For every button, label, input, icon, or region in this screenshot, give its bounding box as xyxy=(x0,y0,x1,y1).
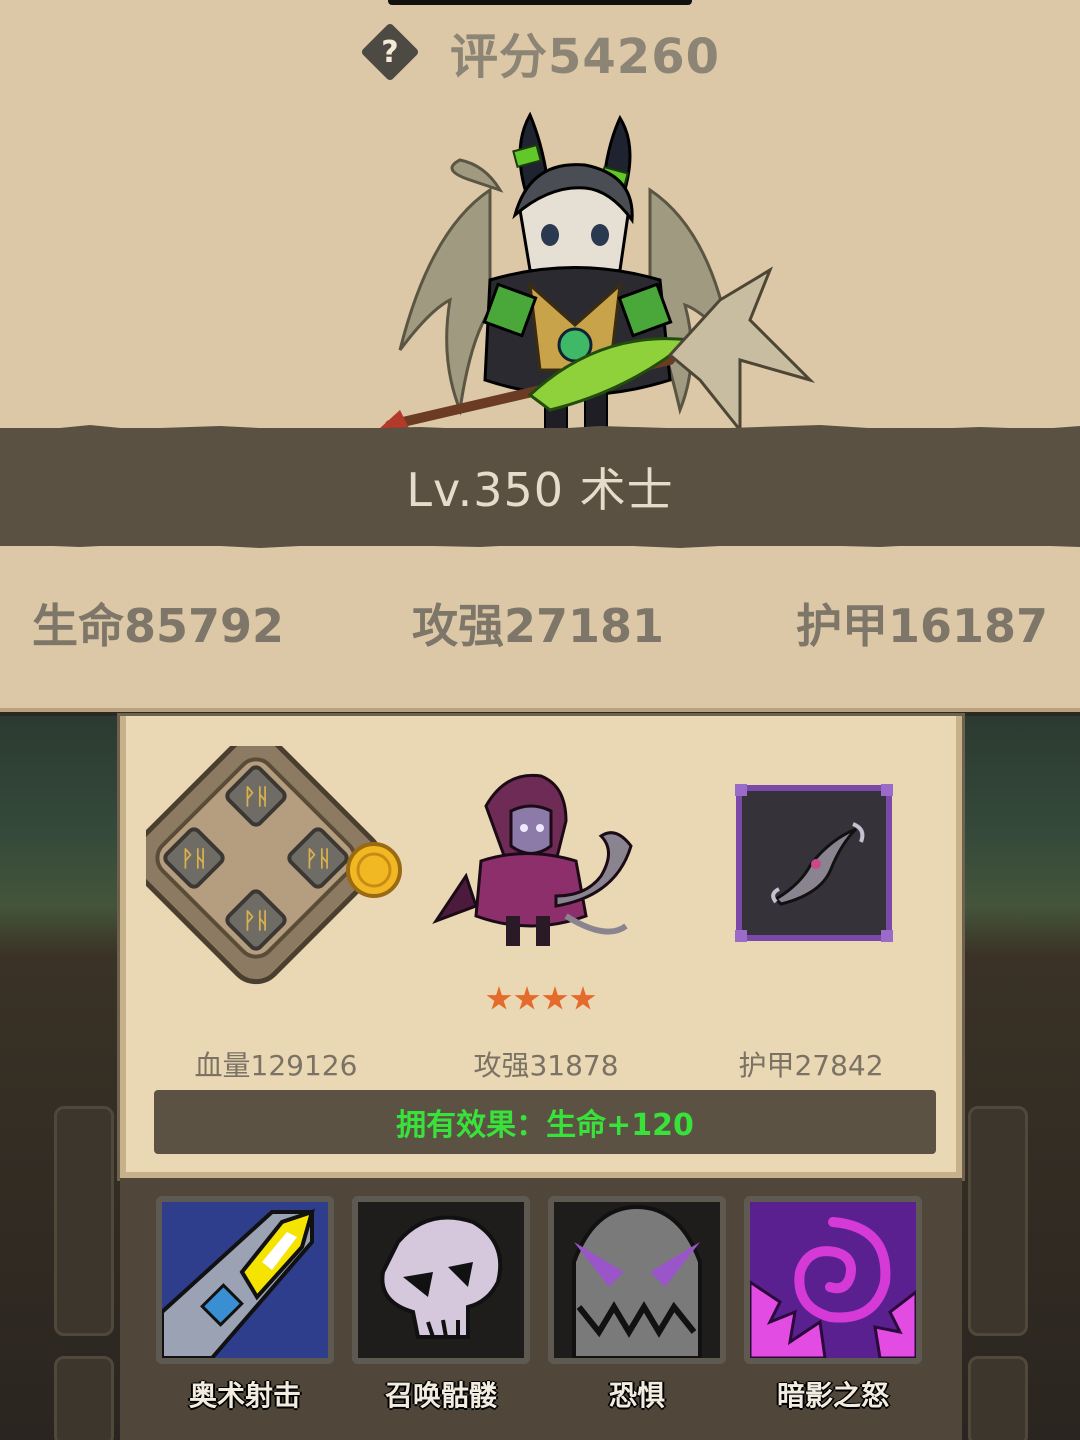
arcane-shot-icon xyxy=(162,1202,328,1358)
owned-effect-text: 拥有效果：生命+120 xyxy=(396,1108,694,1143)
fear-icon xyxy=(554,1202,720,1358)
star-icon xyxy=(514,986,540,1010)
score-text: 评分54260 xyxy=(450,29,720,85)
background-panel-right xyxy=(968,1106,1028,1336)
companion-item[interactable] xyxy=(416,766,676,966)
svg-text:ᚹᚺ: ᚹᚺ xyxy=(243,785,269,810)
level-class-text: Lv.350 术士 xyxy=(406,463,674,517)
score-row: ? 评分54260 xyxy=(0,20,1080,85)
summon-skeleton-icon xyxy=(358,1202,524,1358)
skills-bar: 奥术射击 召唤骷髅 恐惧 暗影之怒 xyxy=(120,1178,962,1440)
level-class-band: Lv.350 术士 xyxy=(0,425,1080,548)
rune-item-label: 血量129126 xyxy=(194,1049,358,1082)
skill-name: 奥术射击 xyxy=(188,1379,301,1412)
companion-star-rating xyxy=(486,986,606,1016)
star-icon xyxy=(542,986,568,1010)
svg-text:ᚹᚺ: ᚹᚺ xyxy=(305,847,331,872)
star-icon xyxy=(486,986,512,1010)
svg-text:ᚹᚺ: ᚹᚺ xyxy=(243,909,269,934)
attack-stat: 攻强27181 xyxy=(412,599,665,653)
companion-item-label: 攻强31878 xyxy=(473,1049,619,1082)
bow-item[interactable] xyxy=(681,784,941,944)
help-button[interactable]: ? xyxy=(360,22,420,82)
skill-name: 召唤骷髅 xyxy=(384,1379,497,1412)
bow-item-label: 护甲27842 xyxy=(738,1049,884,1082)
warlock-hero-portrait[interactable] xyxy=(370,110,820,440)
band-rough-edge-bottom xyxy=(0,538,1080,548)
dark-bow-icon xyxy=(735,784,893,942)
rune-stone-icon: ᚹᚺ ᚹᚺ ᚹᚺ ᚹᚺ xyxy=(129,731,402,985)
skill-fear[interactable]: 恐惧 xyxy=(548,1196,726,1416)
skill-name: 恐惧 xyxy=(608,1379,665,1412)
svg-text:ᚹᚺ: ᚹᚺ xyxy=(181,847,207,872)
background-panel-left-low xyxy=(54,1356,114,1440)
owned-effect-band: 拥有效果：生命+120 xyxy=(154,1090,936,1154)
shadow-wrath-icon xyxy=(750,1202,916,1358)
dark-ranger-companion xyxy=(432,773,633,946)
armor-stat: 护甲16187 xyxy=(796,599,1049,653)
rune-item[interactable]: ᚹᚺ ᚹᚺ ᚹᚺ ᚹᚺ xyxy=(129,731,406,1006)
skill-arcane-shot[interactable]: 奥术射击 xyxy=(156,1196,334,1416)
background-panel-right-low xyxy=(968,1356,1028,1440)
skill-name: 暗影之怒 xyxy=(776,1379,889,1412)
background-panel-left xyxy=(54,1106,114,1336)
skill-summon-skeleton[interactable]: 召唤骷髅 xyxy=(352,1196,530,1416)
hp-stat: 生命85792 xyxy=(32,599,285,653)
skill-shadow-wrath[interactable]: 暗影之怒 xyxy=(744,1196,922,1416)
equipment-card-panel: ᚹᚺ ᚹᚺ ᚹᚺ ᚹᚺ 血量129126 攻强31878 护甲27842 拥有效… xyxy=(120,716,962,1178)
hero-info-panel: ? 评分54260 Lv.350 术士 生命85792 攻强27181 护甲16… xyxy=(0,0,1080,712)
top-notch-bar xyxy=(388,0,692,5)
hero-stats-row: 生命85792 攻强27181 护甲16187 xyxy=(0,590,1080,660)
star-icon xyxy=(570,986,596,1010)
